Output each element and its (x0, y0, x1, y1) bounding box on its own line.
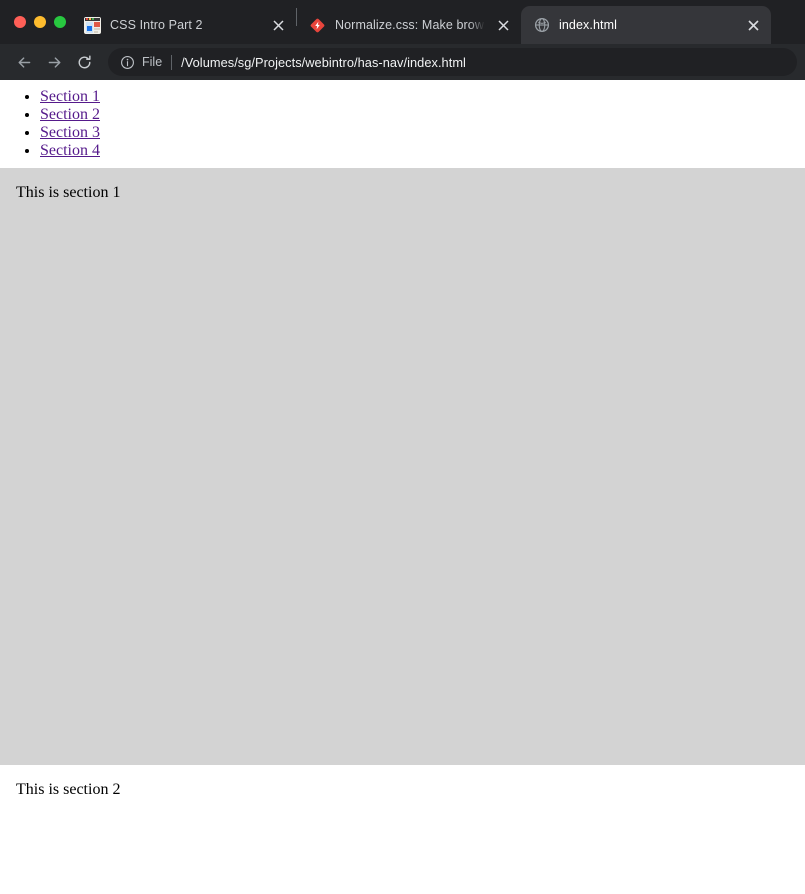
list-item: Section 1 (40, 88, 805, 106)
section-nav-list: Section 1 Section 2 Section 3 Section 4 (0, 88, 805, 160)
section-1-text: This is section 1 (16, 184, 121, 201)
section-2-text: This is section 2 (16, 781, 121, 798)
globe-icon (533, 17, 550, 34)
page-viewport: Section 1 Section 2 Section 3 Section 4 … (0, 80, 805, 894)
tab-index-html[interactable]: index.html (521, 6, 771, 44)
normalize-css-diamond-icon (309, 17, 326, 34)
list-item: Section 3 (40, 124, 805, 142)
webpage-thumbnail-icon (84, 16, 101, 34)
forward-button[interactable] (40, 48, 68, 76)
url-text[interactable]: /Volumes/sg/Projects/webintro/has-nav/in… (181, 55, 466, 70)
tab-css-intro-part-2[interactable]: CSS Intro Part 2 (72, 6, 296, 44)
tab-title: Normalize.css: Make browsers (335, 18, 485, 32)
url-scheme-label: File (142, 55, 163, 69)
back-button[interactable] (10, 48, 38, 76)
info-circle-icon[interactable] (120, 55, 135, 70)
nav-link-section-2[interactable]: Section 2 (40, 106, 100, 123)
tab-list: CSS Intro Part 2 Normalize.css: Make bro… (72, 0, 805, 44)
nav-link-section-3[interactable]: Section 3 (40, 124, 100, 141)
address-bar[interactable]: File /Volumes/sg/Projects/webintro/has-n… (108, 48, 797, 76)
window-minimize-button[interactable] (34, 16, 46, 28)
window-close-button[interactable] (14, 16, 26, 28)
reload-button[interactable] (70, 48, 98, 76)
omnibox-divider (171, 54, 173, 70)
content-section-2: This is section 2 (0, 765, 805, 894)
nav-link-section-1[interactable]: Section 1 (40, 88, 100, 105)
tab-title: CSS Intro Part 2 (110, 18, 203, 32)
tab-title: index.html (559, 18, 617, 32)
tab-close-icon[interactable] (269, 16, 287, 34)
browser-window: CSS Intro Part 2 Normalize.css: Make bro… (0, 0, 805, 894)
nav-link-section-4[interactable]: Section 4 (40, 142, 100, 159)
tab-normalize-css[interactable]: Normalize.css: Make browsers (297, 6, 521, 44)
browser-toolbar: File /Volumes/sg/Projects/webintro/has-n… (0, 44, 805, 80)
window-controls (6, 0, 72, 44)
window-maximize-button[interactable] (54, 16, 66, 28)
list-item: Section 4 (40, 142, 805, 160)
tab-close-icon[interactable] (494, 16, 512, 34)
list-item: Section 2 (40, 106, 805, 124)
tab-close-icon[interactable] (744, 16, 762, 34)
tab-strip: CSS Intro Part 2 Normalize.css: Make bro… (0, 0, 805, 44)
content-section-1: This is section 1 (0, 168, 805, 765)
